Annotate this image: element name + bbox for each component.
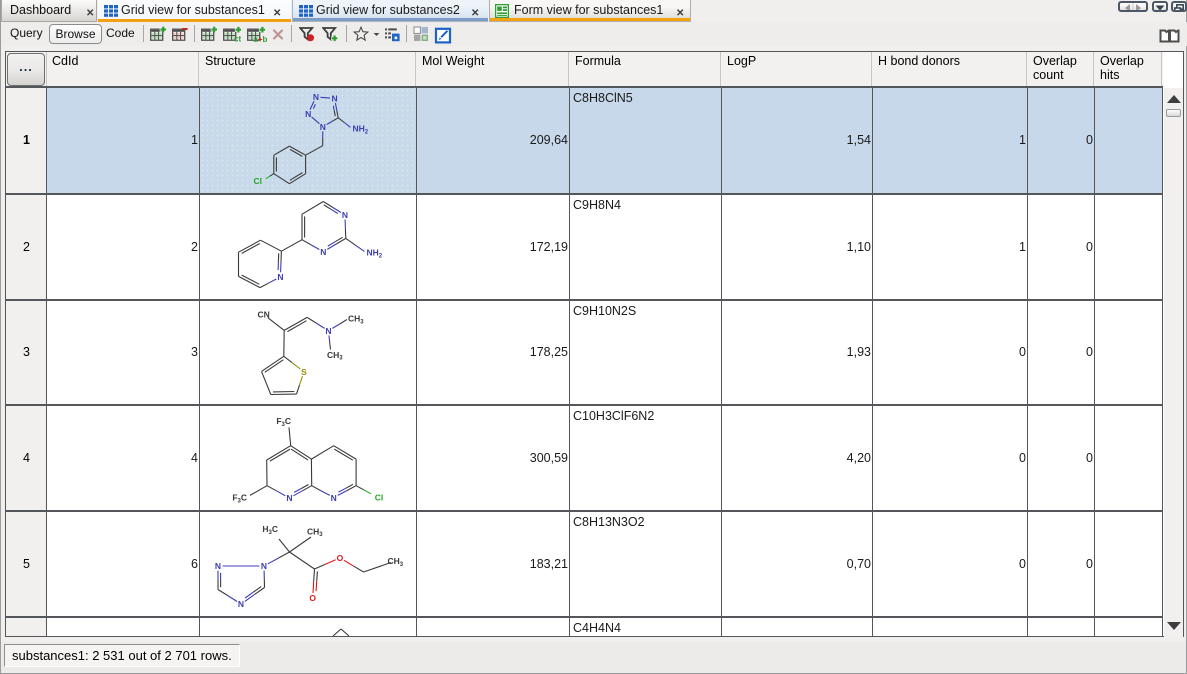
svg-text:CH3: CH3 [327,350,343,362]
svg-text:Cl: Cl [254,176,263,186]
svg-text:N: N [238,599,244,609]
svg-text:N: N [261,561,267,571]
svg-text:N: N [320,247,326,257]
svg-text:O: O [337,553,344,563]
svg-text:H3C: H3C [262,524,278,536]
svg-text:S: S [301,367,307,377]
svg-text:N: N [286,493,292,503]
svg-text:Cl: Cl [375,492,384,502]
svg-text:NH2: NH2 [353,124,369,136]
svg-text:ct: ct [234,35,241,43]
svg-text:N: N [325,326,331,336]
svg-text:NH2: NH2 [367,248,383,260]
svg-text:N: N [305,109,311,119]
svg-text:O: O [309,593,316,603]
svg-text:N: N [332,94,338,104]
svg-text:F3C: F3C [232,493,247,505]
svg-text:a+b: a+b [253,35,267,42]
svg-text:N: N [342,210,348,220]
svg-text:N: N [320,122,326,132]
svg-text:N: N [331,493,337,503]
svg-text:F3C: F3C [276,416,291,428]
svg-text:CN: CN [258,310,270,320]
svg-text:N: N [313,92,319,102]
svg-text:CH3: CH3 [388,556,404,568]
svg-text:N: N [277,272,283,282]
svg-text:N: N [215,561,221,571]
svg-text:CH3: CH3 [307,526,323,538]
svg-text:CH3: CH3 [348,314,364,326]
